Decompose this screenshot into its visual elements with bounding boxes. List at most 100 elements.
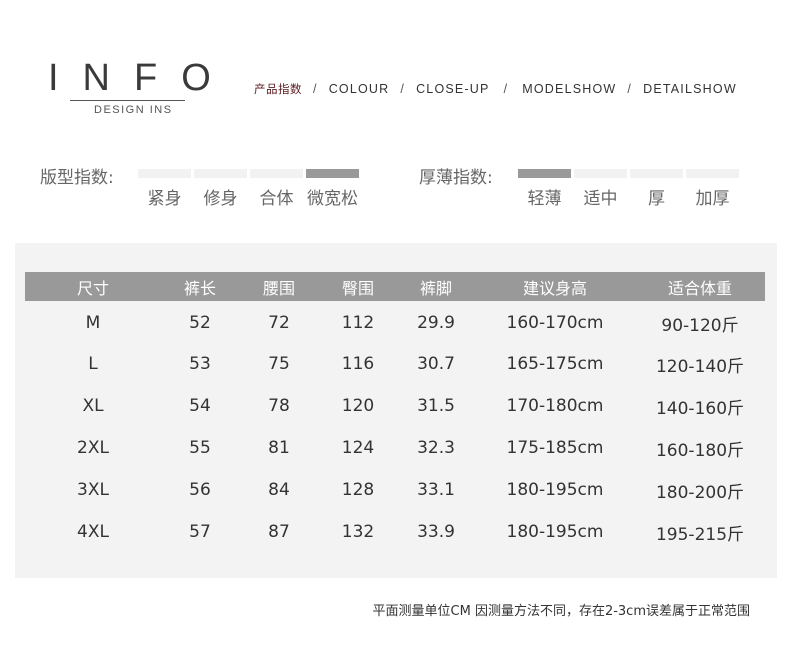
header-hem: 裤脚 bbox=[397, 272, 475, 301]
header-weight: 适合体重 bbox=[635, 272, 765, 301]
size-table-body: M 52 72 112 29.9 160-170cm 90-120斤 L 53 … bbox=[25, 301, 765, 553]
table-cell: 160-180斤 bbox=[655, 440, 745, 461]
info-subtitle: DESIGN INS bbox=[94, 104, 173, 116]
table-cell: 29.9 bbox=[417, 313, 455, 333]
header-waist: 腰围 bbox=[239, 272, 319, 301]
fit-option-label: 微宽松 bbox=[307, 189, 358, 209]
table-cell: 31.5 bbox=[417, 396, 455, 416]
table-cell: 180-195cm bbox=[506, 480, 604, 500]
thickness-option: 轻薄 bbox=[518, 169, 571, 209]
table-cell: 140-160斤 bbox=[655, 398, 745, 419]
header-size: 尺寸 bbox=[25, 272, 161, 301]
section-nav: 产品指数 / COLOUR / CLOSE-UP / MODELSHOW / D… bbox=[254, 81, 737, 97]
table-cell: 160-170cm bbox=[506, 313, 604, 333]
table-cell: 112 bbox=[341, 313, 375, 333]
fit-option-bar bbox=[250, 169, 303, 178]
measurement-footnote: 平面测量单位CM 因测量方法不同，存在2-3cm误差属于正常范围 bbox=[372, 604, 750, 619]
thickness-option-label: 轻薄 bbox=[527, 189, 562, 209]
thickness-option-bar bbox=[518, 169, 571, 178]
header-hip: 臀围 bbox=[319, 272, 397, 301]
table-row: 2XL 55 81 124 32.3 175-185cm 160-180斤 bbox=[25, 427, 765, 469]
table-row: XL 54 78 120 31.5 170-180cm 140-160斤 bbox=[25, 385, 765, 427]
table-cell: 116 bbox=[341, 354, 375, 374]
fit-option: 微宽松 bbox=[306, 169, 359, 209]
nav-item-detailshow[interactable]: DETAILSHOW bbox=[643, 82, 737, 96]
header-height: 建议身高 bbox=[475, 272, 635, 301]
nav-item-colour[interactable]: COLOUR bbox=[329, 82, 390, 96]
header-length: 裤长 bbox=[161, 272, 239, 301]
nav-item-modelshow[interactable]: MODELSHOW bbox=[522, 82, 616, 96]
table-cell: 33.1 bbox=[417, 480, 455, 500]
nav-separator: / bbox=[627, 82, 633, 96]
table-cell: 120-140斤 bbox=[655, 356, 745, 377]
table-cell: M bbox=[85, 313, 101, 333]
fit-option-bar bbox=[194, 169, 247, 178]
table-cell: 128 bbox=[341, 480, 375, 500]
table-cell: 165-175cm bbox=[506, 354, 604, 374]
nav-separator: / bbox=[400, 82, 406, 96]
table-cell: 81 bbox=[268, 438, 290, 458]
table-cell: 56 bbox=[189, 480, 211, 500]
table-cell: 180-195cm bbox=[506, 522, 604, 542]
thickness-option: 厚 bbox=[630, 169, 683, 209]
table-cell: 52 bbox=[189, 313, 211, 333]
table-row: L 53 75 116 30.7 165-175cm 120-140斤 bbox=[25, 343, 765, 385]
table-cell: 32.3 bbox=[417, 438, 455, 458]
table-cell: 132 bbox=[341, 522, 375, 542]
table-cell: 3XL bbox=[77, 480, 109, 500]
fit-option-label: 合体 bbox=[259, 189, 294, 209]
table-cell: 53 bbox=[189, 354, 211, 374]
thickness-option: 适中 bbox=[574, 169, 627, 209]
fit-option-label: 紧身 bbox=[147, 189, 182, 209]
thickness-option-label: 适中 bbox=[583, 189, 618, 209]
table-cell: L bbox=[88, 354, 98, 374]
table-cell: 170-180cm bbox=[506, 396, 604, 416]
fit-option-bar bbox=[138, 169, 191, 178]
table-row: 3XL 56 84 128 33.1 180-195cm 180-200斤 bbox=[25, 469, 765, 511]
fit-option: 修身 bbox=[194, 169, 247, 209]
thickness-option-label: 厚 bbox=[648, 189, 665, 209]
thickness-index-scale: 轻薄 适中 厚 加厚 bbox=[518, 169, 742, 209]
thickness-option-bar bbox=[574, 169, 627, 178]
size-table-header-row: 尺寸 裤长 腰围 臀围 裤脚 建议身高 适合体重 bbox=[25, 272, 765, 301]
fit-option-label: 修身 bbox=[203, 189, 238, 209]
fit-option: 紧身 bbox=[138, 169, 191, 209]
fit-option: 合体 bbox=[250, 169, 303, 209]
table-cell: 57 bbox=[189, 522, 211, 542]
info-underline bbox=[70, 100, 185, 101]
table-cell: 75 bbox=[268, 354, 290, 374]
table-cell: 195-215斤 bbox=[655, 524, 745, 545]
table-cell: 54 bbox=[189, 396, 211, 416]
table-cell: 124 bbox=[341, 438, 375, 458]
table-cell: 33.9 bbox=[417, 522, 455, 542]
table-row: 4XL 57 87 132 33.9 180-195cm 195-215斤 bbox=[25, 511, 765, 553]
table-cell: XL bbox=[82, 396, 104, 416]
fit-index-scale: 紧身 修身 合体 微宽松 bbox=[138, 169, 362, 209]
nav-separator: / bbox=[313, 82, 318, 96]
fit-index-label: 版型指数: bbox=[40, 168, 114, 188]
size-table-panel: 尺寸 裤长 腰围 臀围 裤脚 建议身高 适合体重 M 52 72 112 29.… bbox=[15, 243, 777, 578]
nav-item-close-up[interactable]: CLOSE-UP bbox=[416, 82, 490, 96]
table-cell: 55 bbox=[189, 438, 211, 458]
table-cell: 90-120斤 bbox=[661, 315, 739, 336]
table-cell: 87 bbox=[268, 522, 290, 542]
table-row: M 52 72 112 29.9 160-170cm 90-120斤 bbox=[25, 301, 765, 343]
table-cell: 4XL bbox=[77, 522, 109, 542]
nav-item-product-index[interactable]: 产品指数 bbox=[254, 81, 302, 97]
thickness-option-bar bbox=[686, 169, 739, 178]
info-title: INFO bbox=[48, 57, 235, 99]
thickness-option-label: 加厚 bbox=[695, 189, 730, 209]
thickness-option: 加厚 bbox=[686, 169, 739, 209]
fit-option-bar bbox=[306, 169, 359, 178]
table-cell: 72 bbox=[268, 313, 290, 333]
table-cell: 2XL bbox=[77, 438, 109, 458]
table-cell: 30.7 bbox=[417, 354, 455, 374]
table-cell: 175-185cm bbox=[506, 438, 604, 458]
table-cell: 84 bbox=[268, 480, 290, 500]
size-table: 尺寸 裤长 腰围 臀围 裤脚 建议身高 适合体重 M 52 72 112 29.… bbox=[25, 272, 765, 553]
thickness-option-bar bbox=[630, 169, 683, 178]
nav-separator: / bbox=[503, 82, 509, 96]
table-cell: 180-200斤 bbox=[655, 482, 745, 503]
table-cell: 78 bbox=[268, 396, 290, 416]
table-cell: 120 bbox=[341, 396, 375, 416]
